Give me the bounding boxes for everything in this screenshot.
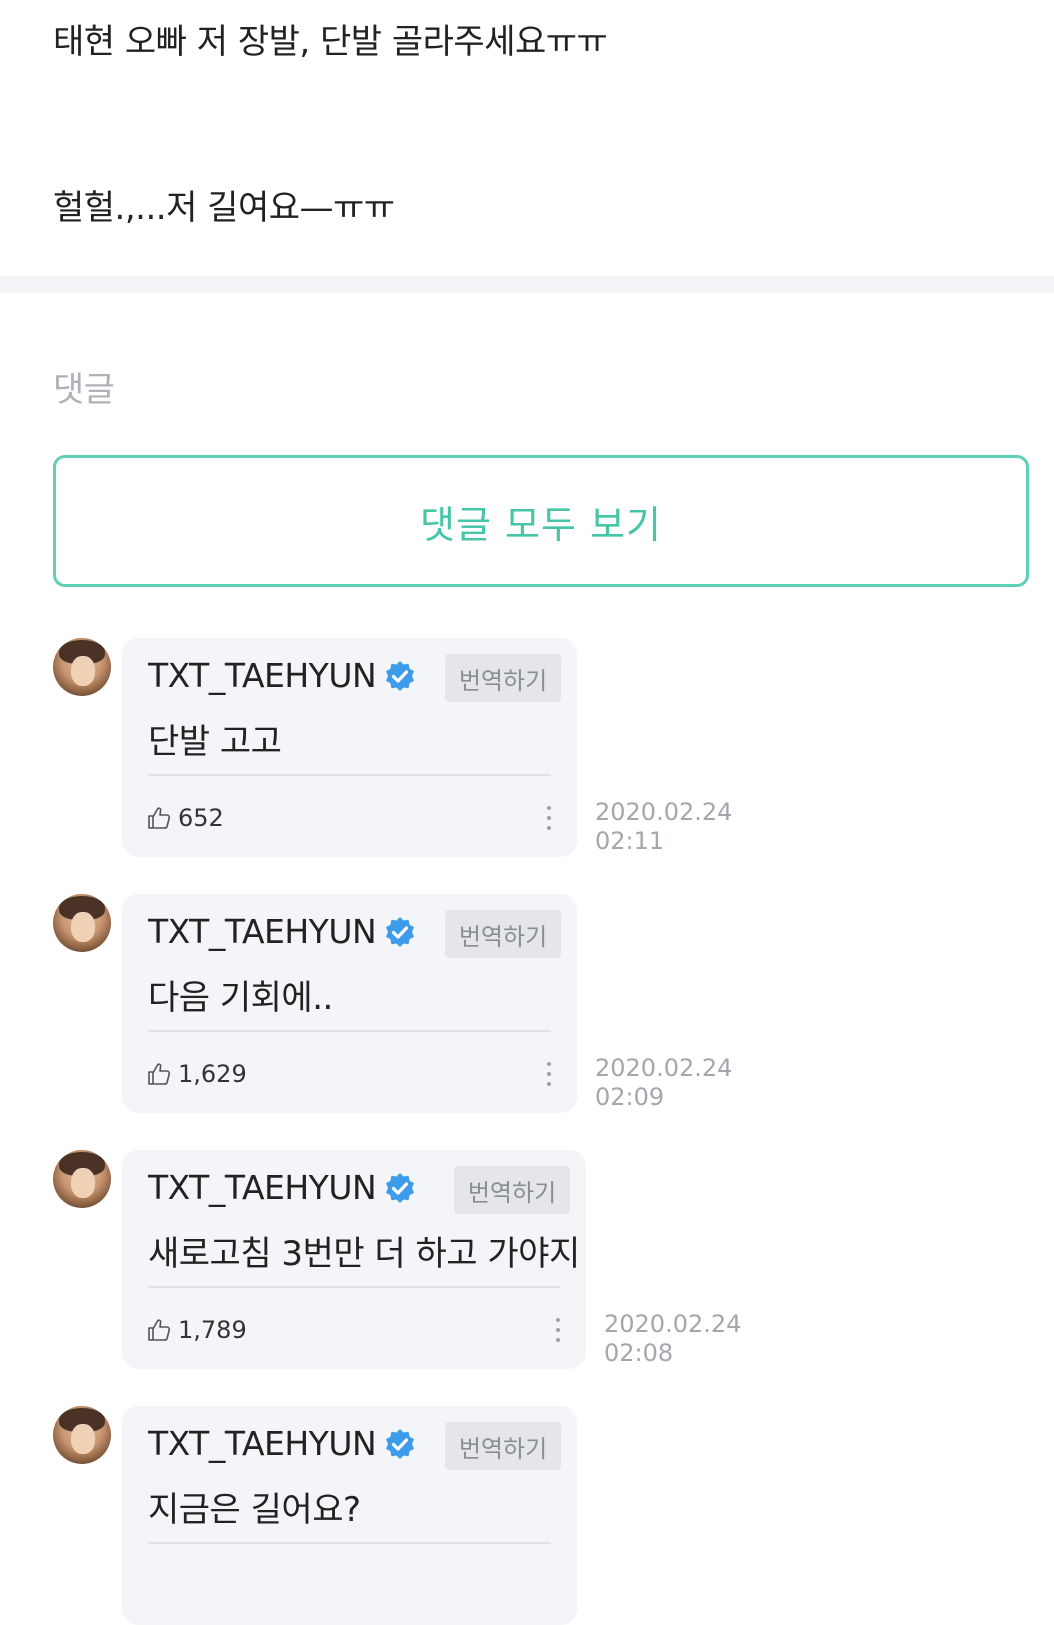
comment-timestamp: 2020.02.24 02:11 xyxy=(595,798,732,856)
comment-author[interactable]: TXT_TAEHYUN xyxy=(148,656,416,695)
more-vertical-icon[interactable] xyxy=(544,1060,554,1088)
avatar[interactable] xyxy=(53,638,111,696)
post-text-line-2: 헐헐.,...저 길여요—ㅠㅠ xyxy=(53,188,395,228)
comment-bubble: TXT_TAEHYUN 번역하기 새로고침 3번만 더 하고 가야지 1,789 xyxy=(122,1150,586,1369)
comment-time: 02:11 xyxy=(595,827,665,855)
avatar-face xyxy=(71,912,95,942)
verified-badge-icon xyxy=(386,916,415,947)
like-button[interactable]: 1,789 xyxy=(146,1316,247,1344)
comment-author[interactable]: TXT_TAEHYUN xyxy=(148,912,416,951)
comment-text: 다음 기회에.. xyxy=(148,978,333,1018)
view-all-comments-button[interactable]: 댓글 모두 보기 xyxy=(53,455,1029,587)
translate-button[interactable]: 번역하기 xyxy=(454,1166,570,1214)
author-name[interactable]: TXT_TAEHYUN xyxy=(148,912,377,951)
more-vertical-icon[interactable] xyxy=(553,1316,563,1344)
comment-separator xyxy=(148,774,551,776)
translate-button[interactable]: 번역하기 xyxy=(445,1422,561,1470)
post-body: 태현 오빠 저 장발, 단발 골라주세요ㅠㅠ 헐헐.,...저 길여요—ㅠㅠ xyxy=(0,0,1054,276)
comment-bubble: TXT_TAEHYUN 번역하기 지금은 길어요? xyxy=(122,1406,577,1625)
thumbs-up-icon xyxy=(148,1319,171,1341)
comments-heading: 댓글 xyxy=(53,370,115,410)
comment-bubble: TXT_TAEHYUN 번역하기 단발 고고 652 xyxy=(122,638,577,857)
translate-button[interactable]: 번역하기 xyxy=(445,654,561,702)
comment-author[interactable]: TXT_TAEHYUN xyxy=(148,1424,416,1463)
like-count: 1,629 xyxy=(178,1060,247,1088)
post-text-line-1: 태현 오빠 저 장발, 단발 골라주세요ㅠㅠ xyxy=(53,22,608,62)
author-name[interactable]: TXT_TAEHYUN xyxy=(148,656,377,695)
more-vertical-icon[interactable] xyxy=(544,804,554,832)
avatar[interactable] xyxy=(53,1150,111,1208)
comment-text: 단발 고고 xyxy=(148,722,282,762)
comment-separator xyxy=(148,1286,560,1288)
verified-badge-icon xyxy=(386,660,415,691)
comment-date: 2020.02.24 xyxy=(595,1054,733,1082)
comment-time: 02:09 xyxy=(595,1083,665,1111)
comment-date: 2020.02.24 xyxy=(595,798,733,826)
author-name[interactable]: TXT_TAEHYUN xyxy=(148,1424,377,1463)
like-count: 652 xyxy=(178,804,224,832)
like-count: 1,789 xyxy=(178,1316,247,1344)
section-divider xyxy=(0,276,1054,293)
avatar[interactable] xyxy=(53,894,111,952)
avatar-face xyxy=(71,656,95,686)
comment-text: 지금은 길어요? xyxy=(148,1490,361,1530)
like-button[interactable]: 652 xyxy=(146,804,224,832)
verified-badge-icon xyxy=(386,1172,415,1203)
comment-date: 2020.02.24 xyxy=(604,1310,742,1338)
comment-bubble: TXT_TAEHYUN 번역하기 다음 기회에.. 1,629 xyxy=(122,894,577,1113)
avatar[interactable] xyxy=(53,1406,111,1464)
avatar-face xyxy=(71,1424,95,1454)
comment-time: 02:08 xyxy=(604,1339,674,1367)
comment-timestamp: 2020.02.24 02:08 xyxy=(604,1310,741,1368)
thumbs-up-icon xyxy=(148,1063,171,1085)
comment-separator xyxy=(148,1030,551,1032)
comment-text: 새로고침 3번만 더 하고 가야지 xyxy=(148,1234,580,1274)
thumbs-up-icon xyxy=(148,807,171,829)
comment-author[interactable]: TXT_TAEHYUN xyxy=(148,1168,416,1207)
comment-separator xyxy=(148,1542,551,1544)
author-name[interactable]: TXT_TAEHYUN xyxy=(148,1168,377,1207)
avatar-face xyxy=(71,1168,95,1198)
like-button[interactable]: 1,629 xyxy=(146,1060,247,1088)
comment-timestamp: 2020.02.24 02:09 xyxy=(595,1054,732,1112)
translate-button[interactable]: 번역하기 xyxy=(445,910,561,958)
verified-badge-icon xyxy=(386,1428,415,1459)
